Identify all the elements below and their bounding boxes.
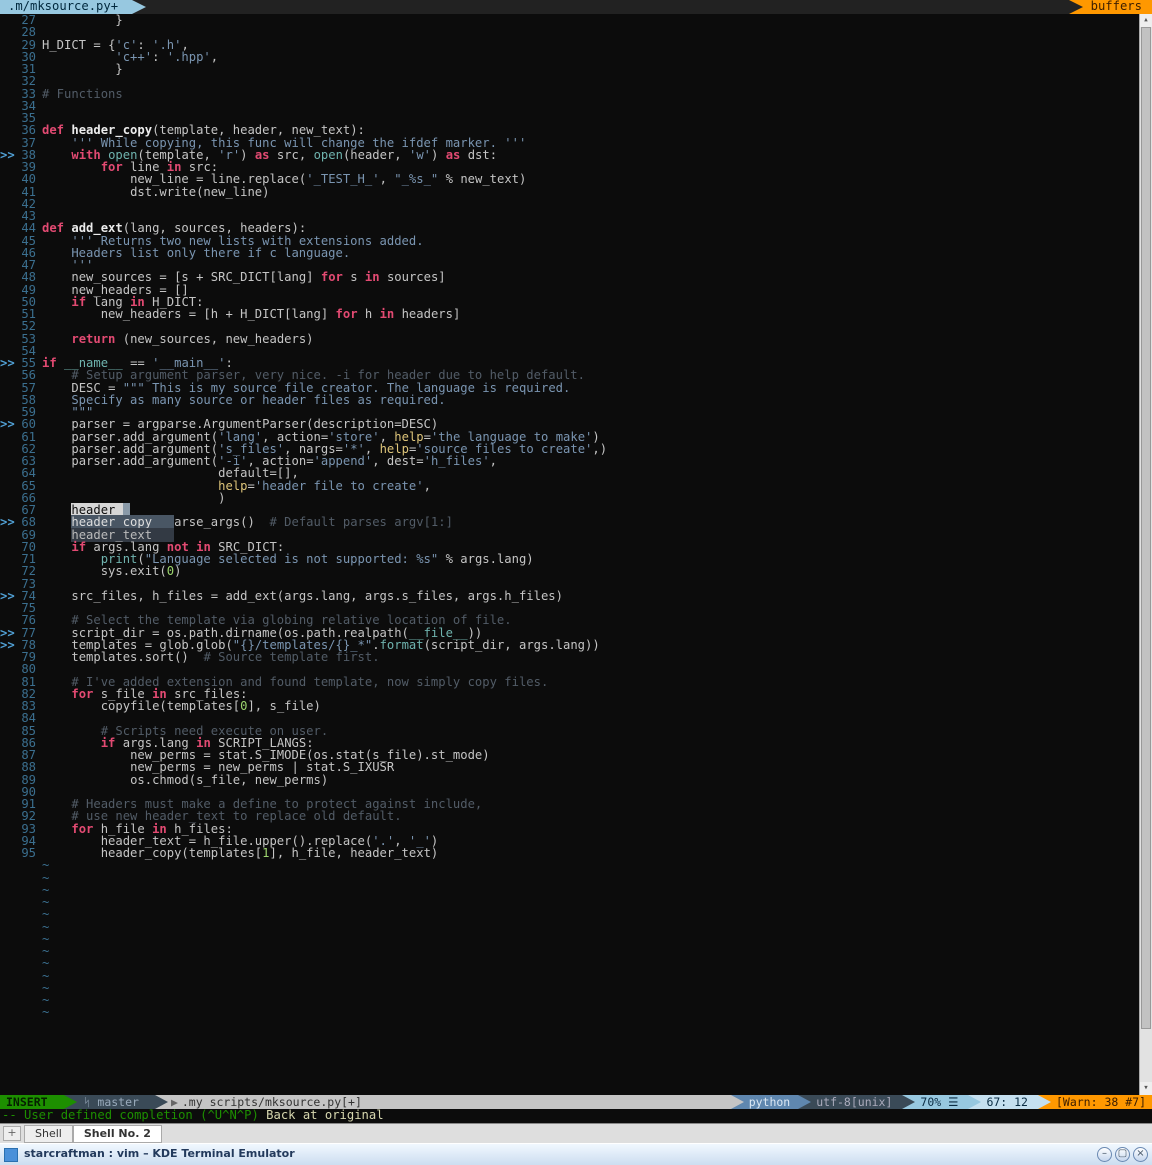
code-line[interactable]: 'c++': '.hpp', bbox=[42, 51, 1152, 63]
code-line[interactable]: # Functions bbox=[42, 88, 1152, 100]
code-line[interactable]: header_copy arse_args() # Default parses… bbox=[42, 516, 1152, 528]
branch-name: master bbox=[97, 1096, 139, 1108]
code-line[interactable]: new_headers = [h + H_DICT[lang] for h in… bbox=[42, 308, 1152, 320]
code-line[interactable]: copyfile(templates[0], s_file) bbox=[42, 700, 1152, 712]
window-title: starcraftman : vim – KDE Terminal Emulat… bbox=[24, 1148, 295, 1160]
terminal-tab[interactable]: Shell bbox=[24, 1125, 73, 1143]
mode-indicator: INSERT bbox=[0, 1095, 64, 1109]
completion-status-msg: Back at original bbox=[266, 1108, 383, 1122]
empty-line: ~ bbox=[42, 896, 1152, 908]
close-button[interactable]: × bbox=[1133, 1147, 1148, 1162]
terminal-tab[interactable]: Shell No. 2 bbox=[73, 1125, 162, 1143]
empty-line: ~ bbox=[42, 994, 1152, 1006]
empty-line: ~ bbox=[42, 884, 1152, 896]
scroll-track[interactable] bbox=[1140, 27, 1152, 1082]
code-line[interactable]: header_copy(templates[1], h_file, header… bbox=[42, 847, 1152, 859]
minimize-button[interactable]: – bbox=[1097, 1147, 1112, 1162]
code-line[interactable]: ) bbox=[42, 492, 1152, 504]
empty-line: ~ bbox=[42, 970, 1152, 982]
empty-line: ~ bbox=[42, 872, 1152, 884]
code-line[interactable]: Specify as many source or header files a… bbox=[42, 394, 1152, 406]
code-area[interactable]: } H_DICT = {'c': '.h', 'c++': '.hpp', } … bbox=[42, 14, 1152, 1095]
empty-line: ~ bbox=[42, 921, 1152, 933]
code-line[interactable]: } bbox=[42, 14, 1152, 26]
gutter: >>>>>>>>>>>>>> 2728293031323334353637383… bbox=[0, 14, 42, 1095]
code-line[interactable]: new_headers = [] bbox=[42, 284, 1152, 296]
completion-mode-msg: -- User defined completion (^U^N^P) bbox=[2, 1108, 266, 1122]
empty-line: ~ bbox=[42, 945, 1152, 957]
code-line[interactable]: src_files, h_files = add_ext(args.lang, … bbox=[42, 590, 1152, 602]
code-line[interactable]: print("Language selected is not supporte… bbox=[42, 553, 1152, 565]
line-icon: ☰ bbox=[948, 1096, 958, 1108]
branch-icon: ᛋ bbox=[84, 1096, 91, 1108]
file-path: ▶ .my scripts/mksource.py[+] bbox=[155, 1095, 731, 1109]
code-line[interactable]: default=[], bbox=[42, 467, 1152, 479]
window-titlebar: starcraftman : vim – KDE Terminal Emulat… bbox=[0, 1143, 1152, 1165]
app-icon bbox=[4, 1148, 18, 1162]
code-line[interactable] bbox=[42, 100, 1152, 112]
encoding: utf-8[unix] bbox=[798, 1095, 902, 1109]
git-branch: ᛋ master bbox=[64, 1095, 155, 1109]
code-line[interactable]: new_sources = [s + SRC_DICT[lang] for s … bbox=[42, 271, 1152, 283]
code-line[interactable]: sys.exit(0) bbox=[42, 565, 1152, 577]
editor-viewport[interactable]: >>>>>>>>>>>>>> 2728293031323334353637383… bbox=[0, 14, 1152, 1095]
command-line[interactable]: -- User defined completion (^U^N^P) Back… bbox=[0, 1109, 1152, 1123]
buffer-tabbar: .m/mksource.py+ buffers bbox=[0, 0, 1152, 14]
scroll-thumb[interactable] bbox=[1141, 27, 1151, 1029]
cursor-position: 67: 12 bbox=[968, 1095, 1038, 1109]
code-line[interactable] bbox=[42, 26, 1152, 38]
code-line[interactable]: return (new_sources, new_headers) bbox=[42, 333, 1152, 345]
scroll-percent: 70% ☰ bbox=[902, 1095, 968, 1109]
filetype: python bbox=[731, 1095, 799, 1109]
code-line[interactable]: help='header file to create', bbox=[42, 480, 1152, 492]
empty-line: ~ bbox=[42, 859, 1152, 871]
empty-line: ~ bbox=[42, 933, 1152, 945]
empty-line: ~ bbox=[42, 957, 1152, 969]
scroll-up-button[interactable]: ▴ bbox=[1140, 14, 1152, 27]
empty-line: ~ bbox=[42, 1006, 1152, 1018]
new-terminal-tab-button[interactable]: + bbox=[3, 1126, 21, 1140]
code-line[interactable]: os.chmod(s_file, new_perms) bbox=[42, 774, 1152, 786]
statusline: INSERT ᛋ master ▶ .my scripts/mksource.p… bbox=[0, 1095, 1152, 1109]
code-line[interactable] bbox=[42, 198, 1152, 210]
code-line[interactable]: } bbox=[42, 63, 1152, 75]
buffer-tab-buffers[interactable]: buffers bbox=[1069, 0, 1152, 14]
scrollbar[interactable]: ▴ ▾ bbox=[1139, 14, 1152, 1095]
terminal-tabbar: + ShellShell No. 2 bbox=[0, 1123, 1152, 1143]
syntastic-warn[interactable]: [Warn: 38 #7] bbox=[1038, 1095, 1152, 1109]
scroll-down-button[interactable]: ▾ bbox=[1140, 1082, 1152, 1095]
buffer-tab-active[interactable]: .m/mksource.py+ bbox=[0, 0, 132, 14]
maximize-button[interactable]: ▢ bbox=[1115, 1147, 1130, 1162]
code-line[interactable] bbox=[42, 75, 1152, 87]
empty-line: ~ bbox=[42, 982, 1152, 994]
empty-line: ~ bbox=[42, 908, 1152, 920]
code-line[interactable]: dst.write(new_line) bbox=[42, 186, 1152, 198]
code-line[interactable]: Headers list only there if c language. bbox=[42, 247, 1152, 259]
code-line[interactable]: templates.sort() # Source template first… bbox=[42, 651, 1152, 663]
